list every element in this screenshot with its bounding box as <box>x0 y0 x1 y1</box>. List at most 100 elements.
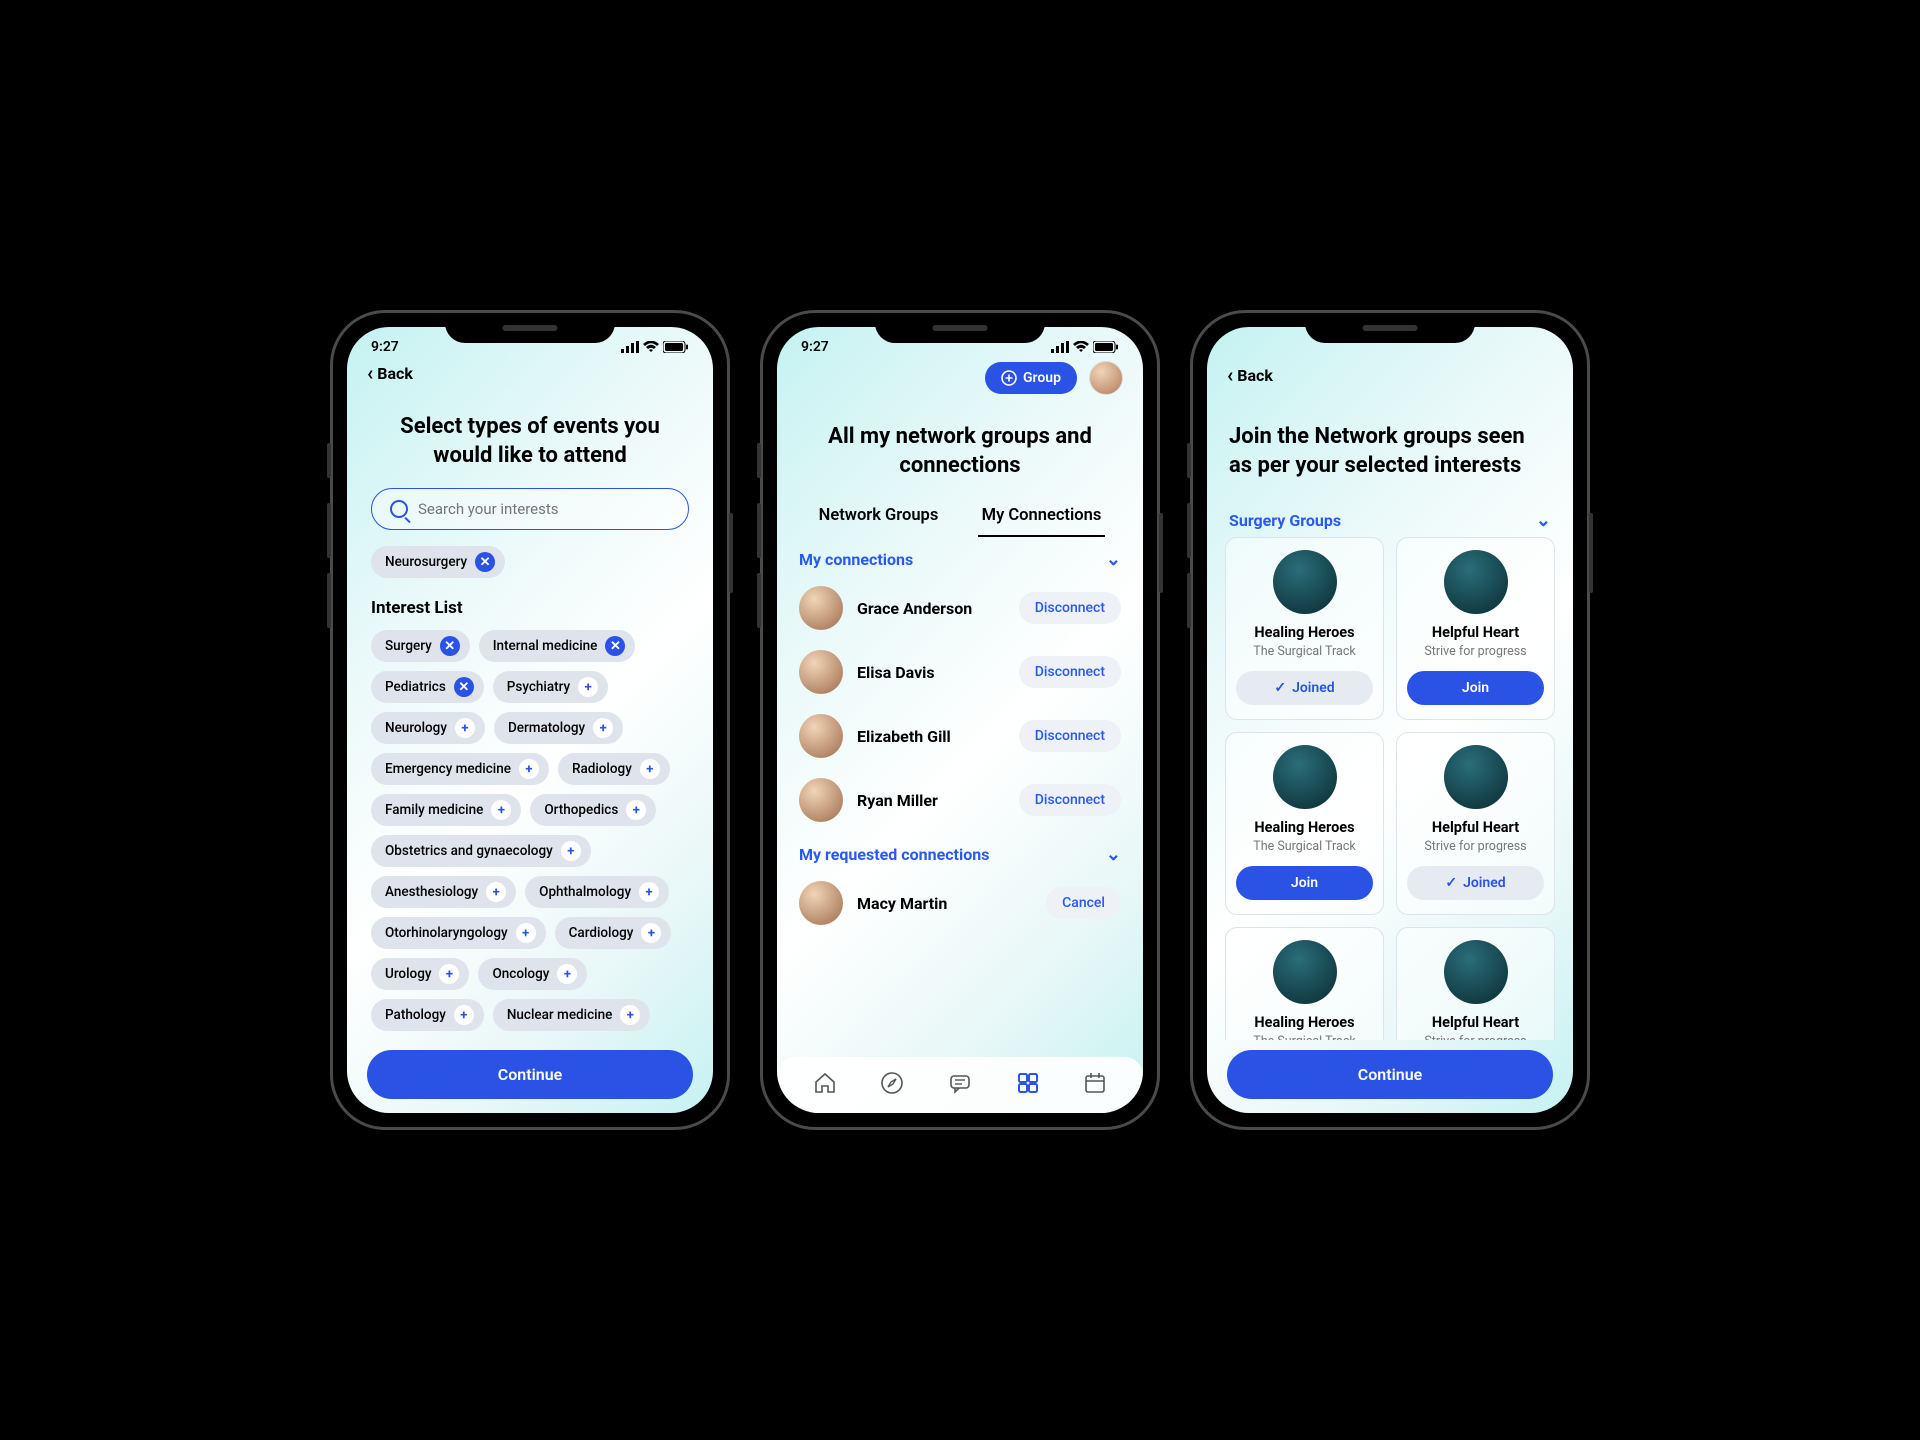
group-card[interactable]: Helpful HeartStrive for progressJoin <box>1396 927 1555 1040</box>
section-my-connections[interactable]: My connections ⌄ <box>777 537 1143 576</box>
group-card[interactable]: Healing HeroesThe Surgical TrackJoin <box>1225 927 1384 1040</box>
disconnect-button[interactable]: Disconnect <box>1019 656 1121 688</box>
avatar[interactable] <box>799 650 843 694</box>
group-card[interactable]: Healing HeroesThe Surgical TrackJoin <box>1225 732 1384 915</box>
group-card[interactable]: Helpful HeartStrive for progressJoin <box>1396 537 1555 720</box>
group-name: Helpful Heart <box>1407 1014 1544 1031</box>
add-group-button[interactable]: Group <box>985 362 1077 394</box>
nav-chat-icon[interactable] <box>946 1069 974 1097</box>
avatar[interactable] <box>799 586 843 630</box>
plus-icon[interactable]: + <box>557 964 577 984</box>
join-button[interactable]: Join <box>1407 671 1544 705</box>
interest-chip[interactable]: Ophthalmology+ <box>525 876 669 908</box>
group-subtitle: The Surgical Track <box>1236 1034 1373 1040</box>
close-icon[interactable]: ✕ <box>475 552 495 572</box>
interest-chip[interactable]: Family medicine+ <box>371 794 521 826</box>
back-button[interactable]: ‹ Back <box>1227 363 1273 387</box>
interest-chip[interactable]: Pediatrics✕ <box>371 671 484 703</box>
tab-my-connections[interactable]: My Connections <box>978 498 1106 537</box>
plus-icon[interactable]: + <box>519 759 539 779</box>
connection-row: Ryan MillerDisconnect <box>777 768 1143 832</box>
group-subtitle: Strive for progress <box>1407 839 1544 854</box>
group-image <box>1273 940 1337 1004</box>
interest-chip[interactable]: Pathology + <box>371 999 484 1031</box>
interest-chip[interactable]: Cardiology + <box>555 917 672 949</box>
tab-network-groups[interactable]: Network Groups <box>815 498 943 537</box>
interest-chip[interactable]: Nuclear medicine + <box>493 999 650 1031</box>
nav-home-icon[interactable] <box>811 1069 839 1097</box>
plus-icon[interactable]: + <box>561 841 581 861</box>
plus-icon[interactable]: + <box>491 800 511 820</box>
plus-icon[interactable]: + <box>639 882 659 902</box>
chip-label: Psychiatry <box>507 679 570 695</box>
nav-explore-icon[interactable] <box>878 1069 906 1097</box>
interest-chip[interactable]: Radiology+ <box>558 753 670 785</box>
group-name: Healing Heroes <box>1236 1014 1373 1031</box>
signal-icon <box>1051 341 1069 353</box>
interest-chip[interactable]: Otorhinolaryngology+ <box>371 917 546 949</box>
interest-chip[interactable]: Emergency medicine+ <box>371 753 549 785</box>
section-label: Surgery Groups <box>1229 511 1341 530</box>
plus-icon[interactable]: + <box>439 964 459 984</box>
search-input-wrapper[interactable] <box>371 488 689 530</box>
plus-icon[interactable]: + <box>516 923 536 943</box>
plus-icon[interactable]: + <box>454 1005 474 1025</box>
interest-chip[interactable]: Dermatology + <box>494 712 623 744</box>
group-image <box>1273 745 1337 809</box>
interest-chip[interactable]: Urology+ <box>371 958 469 990</box>
connection-row: Elizabeth GillDisconnect <box>777 704 1143 768</box>
battery-icon <box>1093 341 1119 353</box>
interest-chip[interactable]: Obstetrics and gynaecology + <box>371 835 591 867</box>
plus-icon[interactable]: + <box>593 718 613 738</box>
plus-icon[interactable]: + <box>578 677 598 697</box>
joined-button[interactable]: ✓Joined <box>1407 866 1544 900</box>
nav-calendar-icon[interactable] <box>1081 1069 1109 1097</box>
plus-icon[interactable]: + <box>641 923 661 943</box>
chip-label: Obstetrics and gynaecology <box>385 843 553 859</box>
continue-button[interactable]: Continue <box>1227 1050 1553 1099</box>
interest-chip[interactable]: Psychiatry + <box>493 671 608 703</box>
cancel-button[interactable]: Cancel <box>1046 887 1121 919</box>
group-name: Helpful Heart <box>1407 624 1544 641</box>
groups-grid[interactable]: Healing HeroesThe Surgical Track✓JoinedH… <box>1207 537 1573 1040</box>
chip-label: Neurosurgery <box>385 554 467 570</box>
interest-chip[interactable]: Neurology+ <box>371 712 485 744</box>
section-surgery-groups[interactable]: Surgery Groups ⌄ <box>1207 498 1573 537</box>
interest-chip[interactable]: Orthopedics+ <box>530 794 656 826</box>
plus-icon[interactable]: + <box>455 718 475 738</box>
interest-chip[interactable]: Internal medicine✕ <box>479 630 636 662</box>
section-requested-connections[interactable]: My requested connections ⌄ <box>777 832 1143 871</box>
search-icon <box>390 500 408 518</box>
chip-label: Nuclear medicine <box>507 1007 612 1023</box>
interest-list[interactable]: Surgery✕ Internal medicine✕ Pediatrics✕ Psy… <box>347 630 713 1040</box>
chip-label: Pathology <box>385 1007 446 1023</box>
plus-icon[interactable]: + <box>620 1005 640 1025</box>
plus-icon[interactable]: + <box>640 759 660 779</box>
plus-icon[interactable]: + <box>486 882 506 902</box>
close-icon[interactable]: ✕ <box>605 636 625 656</box>
join-button[interactable]: Join <box>1236 866 1373 900</box>
avatar[interactable] <box>799 778 843 822</box>
plus-icon[interactable]: + <box>626 800 646 820</box>
avatar[interactable] <box>799 714 843 758</box>
continue-button[interactable]: Continue <box>367 1050 693 1099</box>
interest-chip[interactable]: Anesthesiology+ <box>371 876 516 908</box>
disconnect-button[interactable]: Disconnect <box>1019 784 1121 816</box>
disconnect-button[interactable]: Disconnect <box>1019 720 1121 752</box>
avatar[interactable] <box>799 881 843 925</box>
selected-interest-chip[interactable]: Neurosurgery ✕ <box>371 546 505 578</box>
chip-label: Dermatology <box>508 720 585 736</box>
group-card[interactable]: Healing HeroesThe Surgical Track✓Joined <box>1225 537 1384 720</box>
interest-chip[interactable]: Surgery✕ <box>371 630 470 662</box>
joined-button[interactable]: ✓Joined <box>1236 671 1373 705</box>
group-card[interactable]: Helpful HeartStrive for progress✓Joined <box>1396 732 1555 915</box>
disconnect-button[interactable]: Disconnect <box>1019 592 1121 624</box>
back-button[interactable]: ‹ Back <box>367 361 413 385</box>
chip-label: Cardiology <box>569 925 634 941</box>
nav-groups-icon[interactable] <box>1014 1069 1042 1097</box>
interest-chip[interactable]: Oncology+ <box>478 958 587 990</box>
close-icon[interactable]: ✕ <box>454 677 474 697</box>
close-icon[interactable]: ✕ <box>440 636 460 656</box>
search-input[interactable] <box>418 500 670 518</box>
profile-avatar[interactable] <box>1089 361 1123 395</box>
